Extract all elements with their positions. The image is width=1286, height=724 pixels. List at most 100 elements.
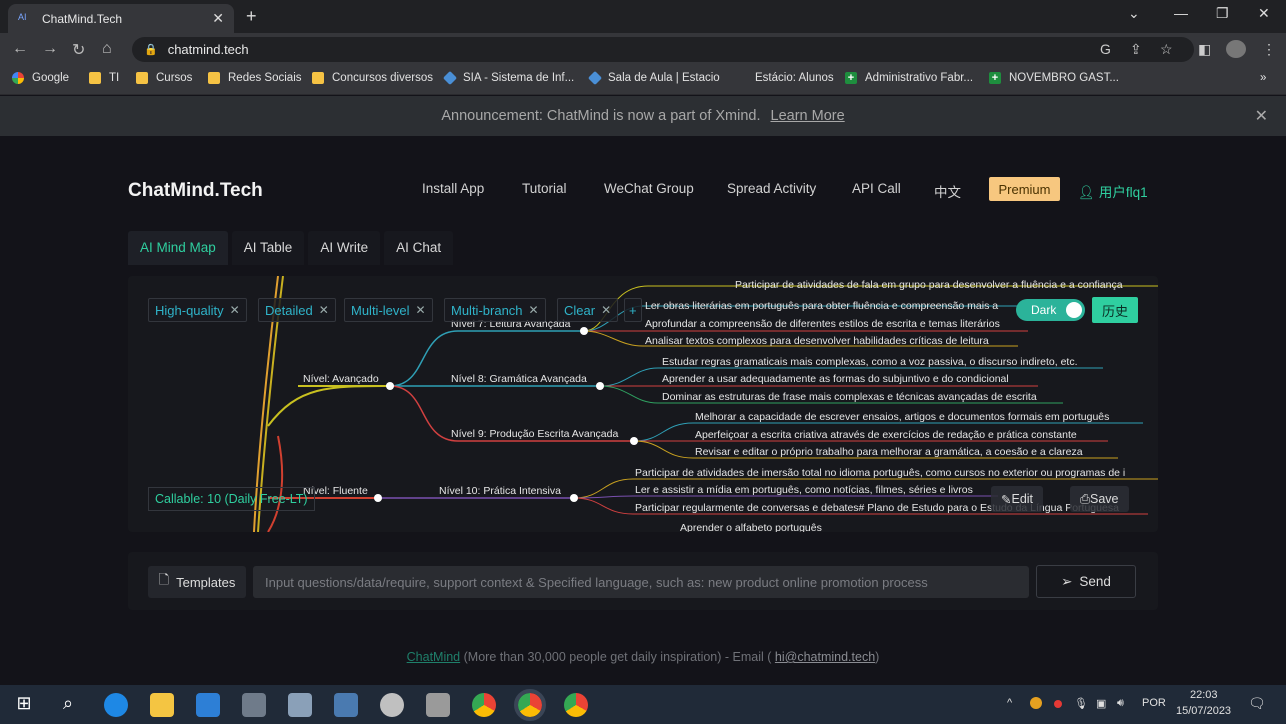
mind-node-leaf[interactable]: Revisar e editar o próprio trabalho para…	[695, 446, 1083, 458]
tab-ai-write[interactable]: AI Write	[308, 231, 381, 265]
forward-icon[interactable]: →	[42, 40, 58, 58]
bookmark-item[interactable]: TI	[89, 72, 119, 84]
mind-node-leaf[interactable]: Dominar as estruturas de frase mais comp…	[662, 391, 1037, 403]
tab-search-chevron-icon[interactable]: ⌄	[1128, 5, 1140, 22]
show-hidden-icons-icon[interactable]: ^	[1007, 697, 1012, 709]
clock-time[interactable]: 22:03	[1190, 689, 1218, 701]
close-tab-icon[interactable]: ✕	[212, 10, 224, 27]
tray-app-icon[interactable]	[1030, 697, 1042, 709]
network-icon[interactable]: ▣	[1096, 697, 1106, 710]
bookmark-star-icon[interactable]: ☆	[1160, 41, 1173, 58]
address-bar[interactable]: 🔒 chatmind.tech	[132, 37, 1194, 62]
reload-icon[interactable]: ↻	[72, 40, 85, 60]
nav-language-chinese[interactable]: 中文	[934, 181, 961, 201]
chrome-active-icon[interactable]	[514, 689, 546, 721]
mail-icon[interactable]	[196, 693, 220, 717]
nav-api-call[interactable]: API Call	[852, 181, 901, 196]
calculator-icon[interactable]	[242, 693, 266, 717]
nav-tutorial[interactable]: Tutorial	[522, 181, 567, 196]
usb-icon[interactable]	[426, 693, 450, 717]
remove-chip-icon[interactable]: ✕	[601, 303, 611, 317]
edge-icon[interactable]	[104, 693, 128, 717]
microphone-icon[interactable]: 🎙︎	[1074, 697, 1088, 710]
dark-mode-toggle[interactable]: Dark	[1016, 299, 1085, 321]
side-panel-icon[interactable]: ◧	[1198, 41, 1211, 58]
profile-avatar[interactable]	[1226, 40, 1246, 58]
menu-kebab-icon[interactable]: ⋮	[1262, 41, 1276, 58]
notifications-icon[interactable]: 🗨︎	[1248, 695, 1266, 712]
remove-chip-icon[interactable]: ✕	[230, 303, 240, 317]
chrome-icon[interactable]	[472, 693, 496, 717]
remove-chip-icon[interactable]: ✕	[529, 303, 539, 317]
nav-install-app[interactable]: Install App	[422, 181, 484, 196]
nav-wechat-group[interactable]: WeChat Group	[604, 181, 694, 196]
footer-email-link[interactable]: hi@chatmind.tech	[775, 650, 875, 664]
mind-node-leaf[interactable]: Aperfeiçoar a escrita criativa através d…	[695, 429, 1077, 441]
learn-more-link[interactable]: Learn More	[771, 108, 845, 124]
tag-chip[interactable]: Multi-level ✕	[344, 298, 433, 322]
add-chip-button[interactable]: +	[624, 298, 642, 322]
save-button[interactable]: ⎙ Save	[1070, 486, 1129, 512]
mind-node-leaf[interactable]: Ler obras literárias em português para o…	[645, 300, 998, 312]
app-icon[interactable]	[380, 693, 404, 717]
bookmark-item[interactable]: SIA - Sistema de Inf...	[442, 70, 574, 86]
app-icon[interactable]	[288, 693, 312, 717]
premium-button[interactable]: Premium	[989, 177, 1060, 201]
share-icon[interactable]: ⇪	[1130, 41, 1142, 58]
tag-chip[interactable]: High-quality ✕	[148, 298, 247, 322]
remote-desktop-icon[interactable]	[334, 693, 358, 717]
bookmark-item[interactable]: Estácio: Alunos	[735, 72, 834, 84]
search-icon[interactable]: ⌕	[56, 693, 80, 717]
brand-logo[interactable]: ChatMind.Tech	[128, 180, 263, 202]
new-tab-icon[interactable]: +	[246, 6, 257, 27]
mind-node-leaf[interactable]: Analisar textos complexos para desenvolv…	[645, 335, 989, 347]
close-window-icon[interactable]: ✕	[1258, 5, 1270, 22]
mind-node-leaf[interactable]: Melhorar a capacidade de escrever ensaio…	[695, 411, 1109, 423]
bookmark-item[interactable]: Sala de Aula | Estacio	[587, 70, 720, 86]
mind-node-level[interactable]: Nível: Avançado	[303, 373, 379, 385]
home-icon[interactable]: ⌂	[102, 40, 112, 58]
user-menu[interactable]: 👤︎ 用户flq1	[1078, 181, 1148, 201]
mind-node-leaf[interactable]: Ler e assistir a mídia em português, com…	[635, 484, 973, 496]
edit-button[interactable]: ✎ Edit	[991, 486, 1044, 512]
mind-node-leaf[interactable]: Participar de atividades de fala em grup…	[735, 279, 1123, 291]
prompt-input[interactable]	[253, 566, 1029, 598]
chrome-canary-icon[interactable]	[564, 693, 588, 717]
send-button[interactable]: ➢ Send	[1036, 565, 1136, 598]
file-explorer-icon[interactable]	[150, 693, 174, 717]
tag-chip[interactable]: Clear ✕	[557, 298, 619, 322]
close-announcement-icon[interactable]: ✕	[1255, 106, 1268, 126]
mind-node-leaf[interactable]: Aprender o alfabeto português	[680, 522, 822, 532]
mind-map-canvas[interactable]: Nível: Avançado Nível: Fluente Nível 7: …	[128, 276, 1158, 532]
bookmark-item[interactable]: Google	[12, 72, 69, 84]
browser-tab[interactable]: AI ChatMind.Tech ✕	[8, 4, 234, 33]
bookmark-item[interactable]: + Administrativo Fabr...	[845, 72, 973, 84]
minimize-icon[interactable]: —	[1174, 5, 1188, 21]
tab-ai-mind-map[interactable]: AI Mind Map	[128, 231, 228, 265]
bookmark-item[interactable]: Redes Sociais	[208, 72, 302, 84]
tag-chip[interactable]: Detailed ✕	[258, 298, 336, 322]
google-lens-icon[interactable]: G	[1100, 41, 1111, 57]
remove-chip-icon[interactable]: ✕	[416, 303, 426, 317]
restore-icon[interactable]: ❐	[1216, 5, 1229, 22]
windows-start-icon[interactable]: ⊞	[12, 693, 36, 717]
remove-chip-icon[interactable]: ✕	[319, 303, 329, 317]
mind-node-sublevel[interactable]: Nível 8: Gramática Avançada	[451, 373, 587, 385]
mind-node-leaf[interactable]: Participar de atividades de imersão tota…	[635, 467, 1125, 479]
mind-node-leaf[interactable]: Aprofundar a compreensão de diferentes e…	[645, 318, 1000, 330]
mind-node-leaf[interactable]: Participar regularmente de conversas e d…	[635, 502, 1119, 514]
volume-icon[interactable]: 🔊︎	[1117, 697, 1124, 710]
more-bookmarks-icon[interactable]: »	[1260, 72, 1266, 84]
tab-ai-chat[interactable]: AI Chat	[384, 231, 454, 265]
input-language[interactable]: POR	[1142, 697, 1166, 709]
tag-chip[interactable]: Multi-branch ✕	[444, 298, 546, 322]
mind-node-leaf[interactable]: Estudar regras gramaticais mais complexa…	[662, 356, 1078, 368]
history-button[interactable]: 历史	[1092, 297, 1138, 323]
back-icon[interactable]: ←	[12, 40, 28, 58]
mind-node-leaf[interactable]: Aprender a usar adequadamente as formas …	[662, 373, 1009, 385]
nav-spread-activity[interactable]: Spread Activity	[727, 181, 816, 196]
clock-date[interactable]: 15/07/2023	[1176, 705, 1231, 717]
mind-node-sublevel[interactable]: Nível 10: Prática Intensiva	[439, 485, 561, 497]
tab-ai-table[interactable]: AI Table	[231, 231, 305, 265]
mind-node-sublevel[interactable]: Nível 9: Produção Escrita Avançada	[451, 428, 618, 440]
